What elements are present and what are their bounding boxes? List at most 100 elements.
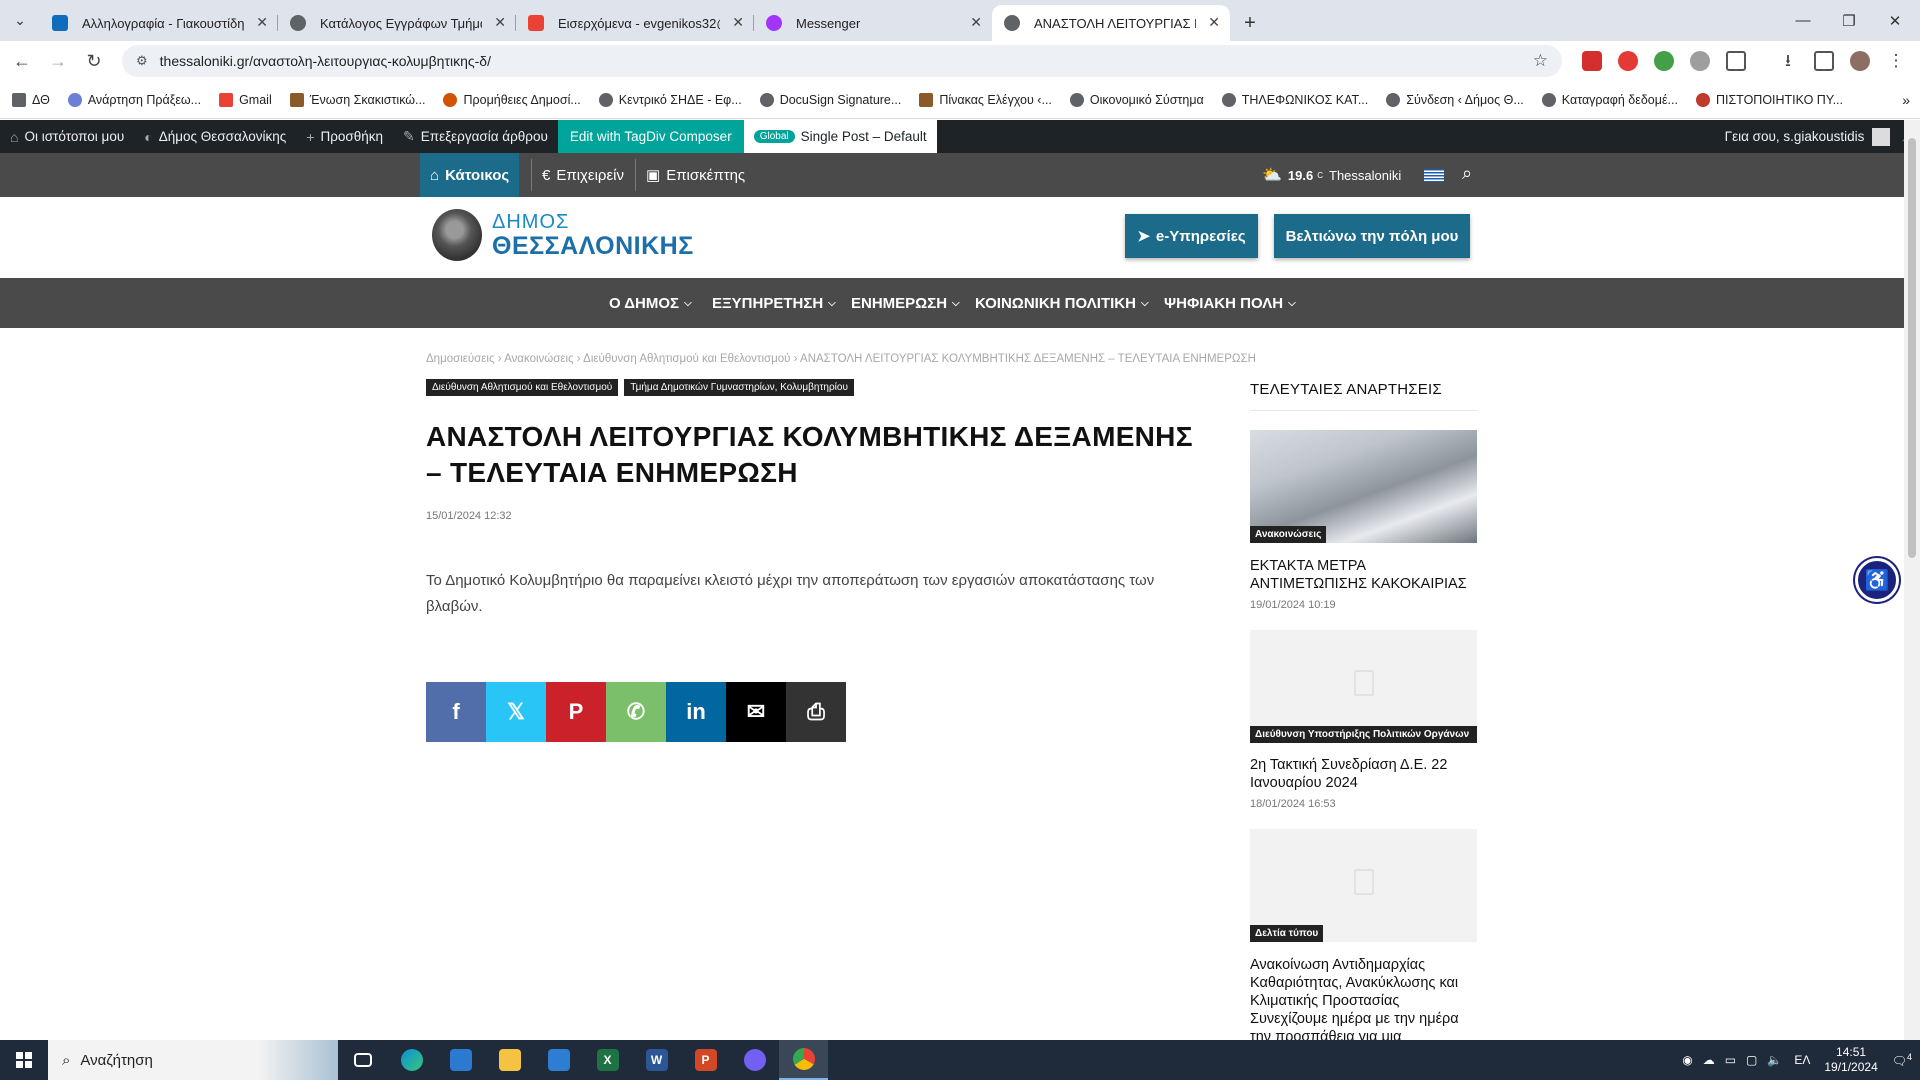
e-services-button[interactable]: ➤ e-Υπηρεσίες [1125,214,1258,258]
menu-item-news[interactable]: ΕΝΗΜΕΡΩΣΗ ⌵ [851,278,960,328]
more-bookmarks-icon[interactable]: » [1902,92,1910,108]
post-title[interactable]: ΕΚΤΑΚΤΑ ΜΕΤΡΑ ΑΝΤΙΜΕΤΩΠΙΣΗΣ ΚΑΚΟΚΑΙΡΙΑΣ [1250,557,1477,593]
bookmark-item[interactable]: Gmail [219,92,272,107]
task-view-button[interactable] [338,1040,387,1080]
x-share-button[interactable]: 𝕏 [486,682,546,742]
breadcrumb-link[interactable]: Ανακοινώσεις [504,353,573,365]
browser-tab[interactable]: Αλληλογραφία - Γιακουστίδης ✕ [40,5,278,41]
network-icon[interactable]: ▭ [1725,1053,1736,1067]
tab-business[interactable]: € Επιχειρείν [532,153,634,197]
word-button[interactable]: W [632,1040,681,1080]
bookmark-item[interactable]: Σύνδεση ‹ Δήμος Θ... [1386,92,1524,107]
shield-icon[interactable] [1654,51,1674,71]
extension-icon[interactable] [1690,51,1710,71]
new-tab-button[interactable]: + [1230,5,1270,41]
menu-item-service[interactable]: ΕΞΥΠΗΡΕΤΗΣΗ ⌵ [712,278,836,328]
taskbar-search-input[interactable]: ⌕ Αναζήτηση [48,1040,338,1080]
browser-tab[interactable]: Εισερχόμενα - evgenikos32@g ✕ [516,5,754,41]
store-button[interactable] [436,1040,485,1080]
close-icon[interactable]: ✕ [732,14,744,31]
post-thumbnail[interactable]: Ανακοινώσεις [1250,430,1477,543]
notifications-icon[interactable]: 🗨4 [1892,1052,1912,1068]
facebook-share-button[interactable]: f [426,682,486,742]
bookmark-star-icon[interactable]: ☆ [1533,51,1548,71]
tab-visitor[interactable]: ▣ Επισκέπτης [636,153,755,197]
wp-user-greeting[interactable]: Γεια σου, s.giakoustidis [1725,129,1865,144]
viber-tray-icon[interactable]: ◉ [1682,1053,1692,1067]
bookmark-item[interactable]: Οικονομικό Σύστημα [1069,92,1204,107]
chrome-button[interactable] [779,1040,828,1080]
site-info-icon[interactable]: ⚙ [136,53,148,69]
wp-site-name[interactable]: ◐ Δήμος Θεσσαλονίκης [134,120,296,153]
monitor-icon[interactable]: ▢ [1746,1053,1757,1067]
wp-my-sites[interactable]: ⌂ Οι ιστότοποι μου [0,120,134,153]
close-icon[interactable]: ✕ [494,14,506,31]
post-thumbnail[interactable]: Δελτία τύπου [1250,829,1477,942]
bookmark-item[interactable]: Καταγραφή δεδομέ... [1541,92,1678,107]
template-selector[interactable]: Global Single Post – Default [743,120,937,153]
bookmark-item[interactable]: Ένωση Σκακιστικώ... [289,92,425,107]
viber-button[interactable] [730,1040,779,1080]
accessibility-icon[interactable]: ♿ [1855,558,1899,602]
site-logo[interactable]: ΔΗΜΟΣ ΘΕΣΣΑΛΟΝΙΚΗΣ [432,209,694,261]
browser-tab[interactable]: Messenger ✕ [754,5,992,41]
close-icon[interactable]: ✕ [1208,14,1220,31]
extension-icon[interactable] [1582,51,1602,71]
search-icon[interactable]: ⌕ [1462,163,1472,184]
close-window-icon[interactable]: ✕ [1872,0,1918,41]
wp-edit-post[interactable]: ✎ Επεξεργασία άρθρου [393,120,558,153]
language-indicator[interactable]: ΕΛ [1794,1053,1810,1067]
category-tag[interactable]: Τμήμα Δημοτικών Γυμναστηρίων, Κολυμβητηρ… [624,379,854,396]
scrollbar-thumb[interactable] [1908,138,1916,558]
greek-flag-icon[interactable] [1424,169,1444,182]
browser-tab[interactable]: Κατάλογος Εγγράφων Τμήμα ✕ [278,5,516,41]
mail-button[interactable] [534,1040,583,1080]
pinterest-share-button[interactable]: P [546,682,606,742]
post-title[interactable]: Ανακοίνωση Αντιδημαρχίας Καθαριότητας, Α… [1250,956,1477,1040]
avatar[interactable] [1850,51,1870,71]
bookmark-item[interactable]: DocuSign Signature... [759,92,901,107]
post-category[interactable]: Ανακοινώσεις [1250,526,1327,543]
menu-item-social[interactable]: ΚΟΙΝΩΝΙΚΗ ΠΟΛΙΤΙΚΗ ⌵ [975,278,1149,328]
download-icon[interactable]: ⭳ [1778,51,1798,71]
tab-search-icon[interactable]: ⌄ [0,0,40,41]
restore-icon[interactable]: ❐ [1826,0,1872,41]
start-button[interactable] [0,1040,48,1080]
post-thumbnail[interactable]: Διεύθυνση Υποστήριξης Πολιτικών Οργάνων [1250,630,1477,743]
bookmark-item[interactable]: Ανάρτηση Πράξεω... [67,92,201,107]
edge-button[interactable] [387,1040,436,1080]
linkedin-share-button[interactable]: in [666,682,726,742]
excel-button[interactable]: X [583,1040,632,1080]
volume-icon[interactable]: 🔈 [1767,1053,1782,1067]
post-category[interactable]: Δελτία τύπου [1250,925,1324,942]
powerpoint-button[interactable]: P [681,1040,730,1080]
menu-dots-icon[interactable]: ⋮ [1886,51,1906,71]
cloud-icon[interactable]: ☁ [1703,1053,1715,1067]
breadcrumb-link[interactable]: Δημοσιεύσεις [426,353,495,365]
tagdiv-composer-button[interactable]: Edit with TagDiv Composer [557,120,744,153]
bookmark-item[interactable]: Πίνακας Ελέγχου ‹... [919,92,1052,107]
wp-add-new[interactable]: + Προσθήκη [296,120,393,153]
close-icon[interactable]: ✕ [256,14,268,31]
scrollbar[interactable] [1904,120,1920,1040]
menu-item-digital[interactable]: ΨΗΦΙΑΚΗ ΠΟΛΗ ⌵ [1164,278,1296,328]
minimize-icon[interactable]: — [1780,0,1826,41]
post-title[interactable]: 2η Τακτική Συνεδρίαση Δ.Ε. 22 Ιανουαρίου… [1250,756,1477,792]
breadcrumb-link[interactable]: Διεύθυνση Αθλητισμού και Εθελοντισμού [583,353,790,365]
avatar[interactable] [1872,127,1891,146]
forward-icon[interactable]: → [40,43,76,79]
tab-resident[interactable]: ⌂ Κάτοικος [420,153,520,197]
bookmark-item[interactable]: Κεντρικό ΣΗΔΕ - Εφ... [598,92,742,107]
explorer-button[interactable] [485,1040,534,1080]
close-icon[interactable]: ✕ [970,14,982,31]
email-share-button[interactable]: ✉ [726,682,786,742]
url-input[interactable]: ⚙ thessaloniki.gr/αναστολη-λειτουργιας-κ… [122,45,1562,77]
side-panel-icon[interactable] [1814,51,1834,71]
category-tag[interactable]: Διεύθυνση Αθλητισμού και Εθελοντισμού [426,379,619,396]
whatsapp-share-button[interactable]: ✆ [606,682,666,742]
adblock-icon[interactable] [1618,51,1638,71]
bookmark-item[interactable]: ΤΗΛΕΦΩΝΙΚΟΣ ΚΑΤ... [1221,92,1368,107]
bookmark-item[interactable]: ΔΘ [12,92,50,107]
improve-city-button[interactable]: Βελτιώνω την πόλη μου [1274,214,1470,258]
post-category[interactable]: Διεύθυνση Υποστήριξης Πολιτικών Οργάνων [1250,726,1477,743]
